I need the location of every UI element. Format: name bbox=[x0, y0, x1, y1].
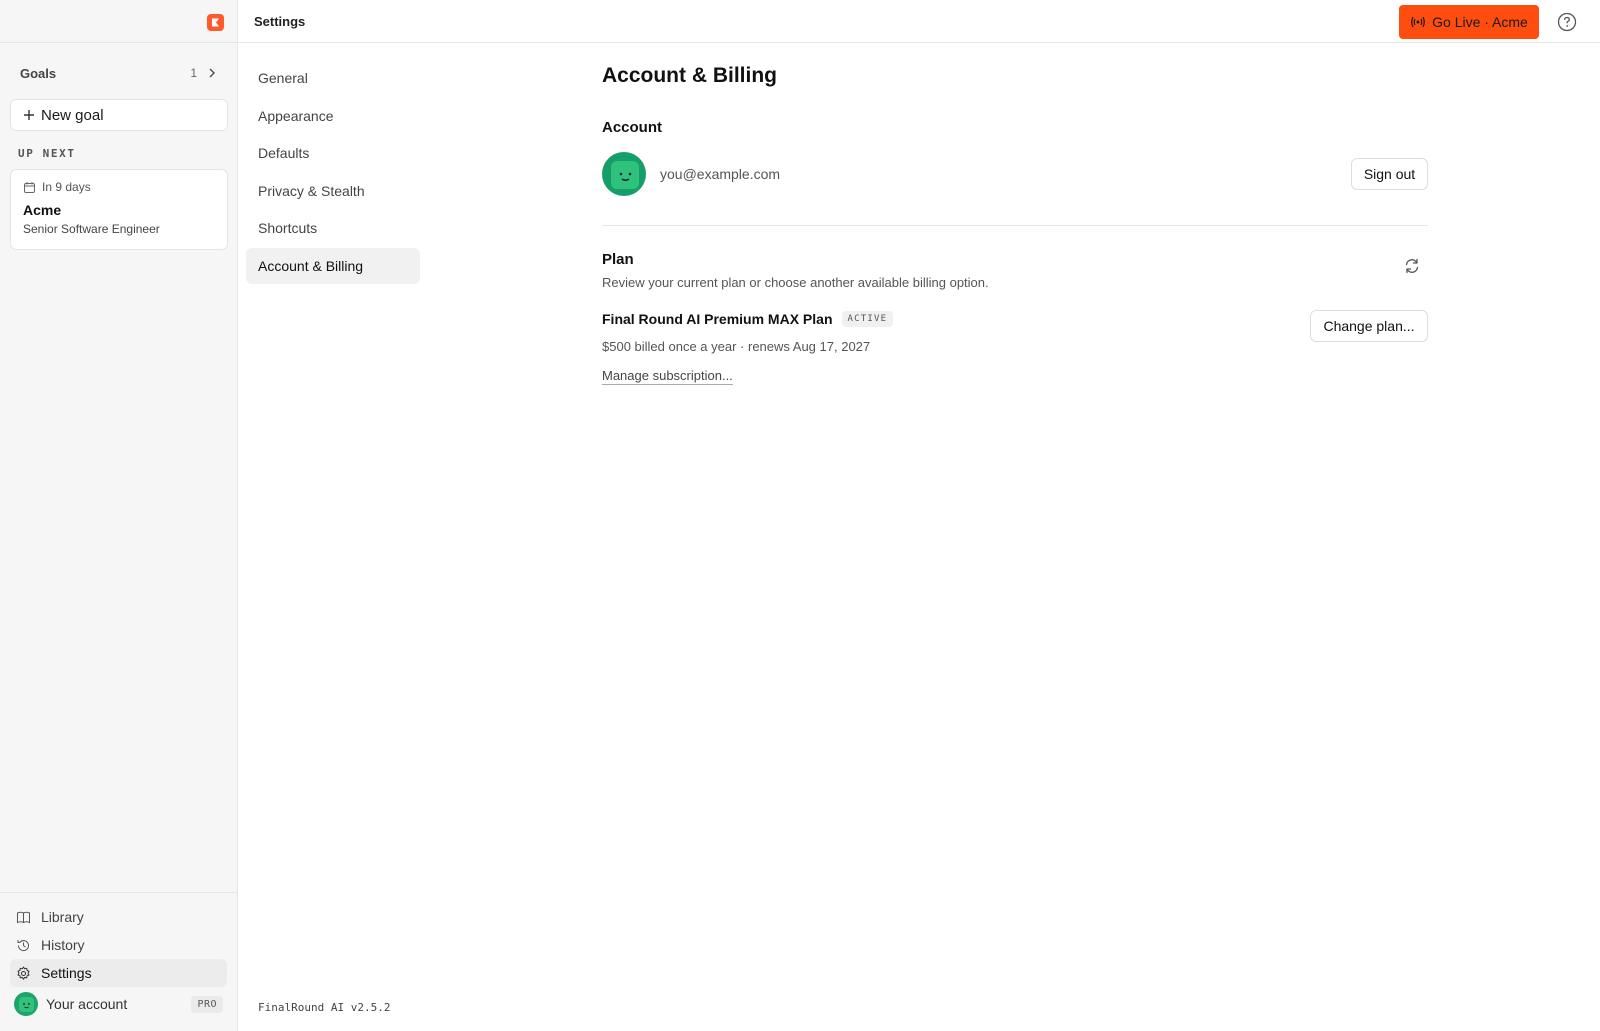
plan-section-title: Plan bbox=[602, 251, 634, 268]
account-label: Your account bbox=[46, 996, 128, 1012]
broadcast-icon bbox=[1411, 16, 1425, 28]
new-goal-button[interactable]: New goal bbox=[10, 99, 228, 131]
new-goal-label: New goal bbox=[41, 106, 104, 124]
app-logo-icon[interactable] bbox=[207, 14, 224, 31]
avatar bbox=[14, 992, 38, 1016]
up-next-card[interactable]: In 9 days Acme Senior Software Engineer bbox=[10, 169, 228, 250]
sidebar-item-label: Library bbox=[41, 909, 84, 925]
plan-billing-info: $500 billed once a year · renews Aug 17,… bbox=[602, 339, 871, 354]
sidebar-item-label: History bbox=[41, 937, 85, 953]
gear-icon bbox=[17, 966, 30, 980]
page-header-title: Settings bbox=[254, 13, 306, 29]
plan-name: Final Round AI Premium MAX Plan bbox=[602, 311, 833, 327]
manage-subscription-link[interactable]: Manage subscription... bbox=[602, 368, 733, 385]
sidebar-header bbox=[0, 0, 237, 43]
up-next-heading: UP NEXT bbox=[18, 147, 76, 160]
sidebar-item-history[interactable]: History bbox=[10, 931, 227, 959]
sign-out-button[interactable]: Sign out bbox=[1351, 158, 1428, 190]
settings-tab-account-billing[interactable]: Account & Billing bbox=[246, 247, 420, 284]
refresh-icon[interactable] bbox=[1403, 257, 1421, 275]
settings-tab-general[interactable]: General bbox=[246, 60, 420, 96]
up-next-when: In 9 days bbox=[42, 180, 91, 194]
plan-name-row: Final Round AI Premium MAX Plan ACTIVE bbox=[602, 311, 894, 327]
page-title: Account & Billing bbox=[602, 64, 777, 87]
settings-nav: General Appearance Defaults Privacy & St… bbox=[246, 60, 420, 286]
go-live-button[interactable]: Go Live · Acme bbox=[1399, 5, 1539, 39]
settings-tab-privacy-stealth[interactable]: Privacy & Stealth bbox=[246, 173, 420, 209]
plan-description: Review your current plan or choose anoth… bbox=[602, 275, 989, 290]
plus-icon bbox=[24, 110, 34, 120]
avatar bbox=[602, 152, 646, 196]
goals-count: 1 bbox=[190, 66, 197, 80]
goals-label: Goals bbox=[20, 65, 57, 81]
status-badge: ACTIVE bbox=[841, 311, 894, 327]
change-plan-button[interactable]: Change plan... bbox=[1310, 310, 1428, 342]
plan-badge: PRO bbox=[191, 995, 223, 1013]
top-bar: Settings bbox=[238, 0, 1600, 43]
account-section-title: Account bbox=[602, 119, 662, 136]
go-live-label: Go Live · Acme bbox=[1432, 14, 1528, 30]
calendar-icon bbox=[24, 181, 35, 193]
chevron-right-icon[interactable] bbox=[207, 67, 217, 79]
account-email: you@example.com bbox=[660, 166, 781, 182]
sidebar-divider bbox=[0, 892, 237, 893]
sidebar-item-library[interactable]: Library bbox=[10, 903, 227, 931]
sidebar-nav: Library History Settings bbox=[10, 903, 227, 987]
section-divider bbox=[602, 225, 1428, 226]
book-icon bbox=[17, 911, 30, 923]
sidebar-item-label: Settings bbox=[41, 965, 92, 981]
history-icon bbox=[17, 939, 29, 951]
up-next-role: Senior Software Engineer bbox=[23, 222, 160, 236]
account-row: you@example.com Sign out bbox=[602, 151, 1428, 197]
sidebar-item-settings[interactable]: Settings bbox=[10, 959, 227, 987]
account-menu[interactable]: Your account PRO bbox=[14, 989, 223, 1019]
help-icon[interactable] bbox=[1557, 12, 1577, 32]
account-billing-panel: Account & Billing Account you@example.co… bbox=[602, 64, 1428, 385]
app-version: FinalRound AI v2.5.2 bbox=[258, 1001, 391, 1014]
settings-tab-appearance[interactable]: Appearance bbox=[246, 98, 420, 134]
goals-header[interactable]: Goals 1 bbox=[20, 62, 217, 84]
settings-tab-defaults[interactable]: Defaults bbox=[246, 135, 420, 171]
up-next-company: Acme bbox=[23, 202, 62, 218]
settings-tab-shortcuts[interactable]: Shortcuts bbox=[246, 210, 420, 246]
left-sidebar: Goals 1 New goal UP NEXT In 9 days Acme … bbox=[0, 0, 238, 1031]
